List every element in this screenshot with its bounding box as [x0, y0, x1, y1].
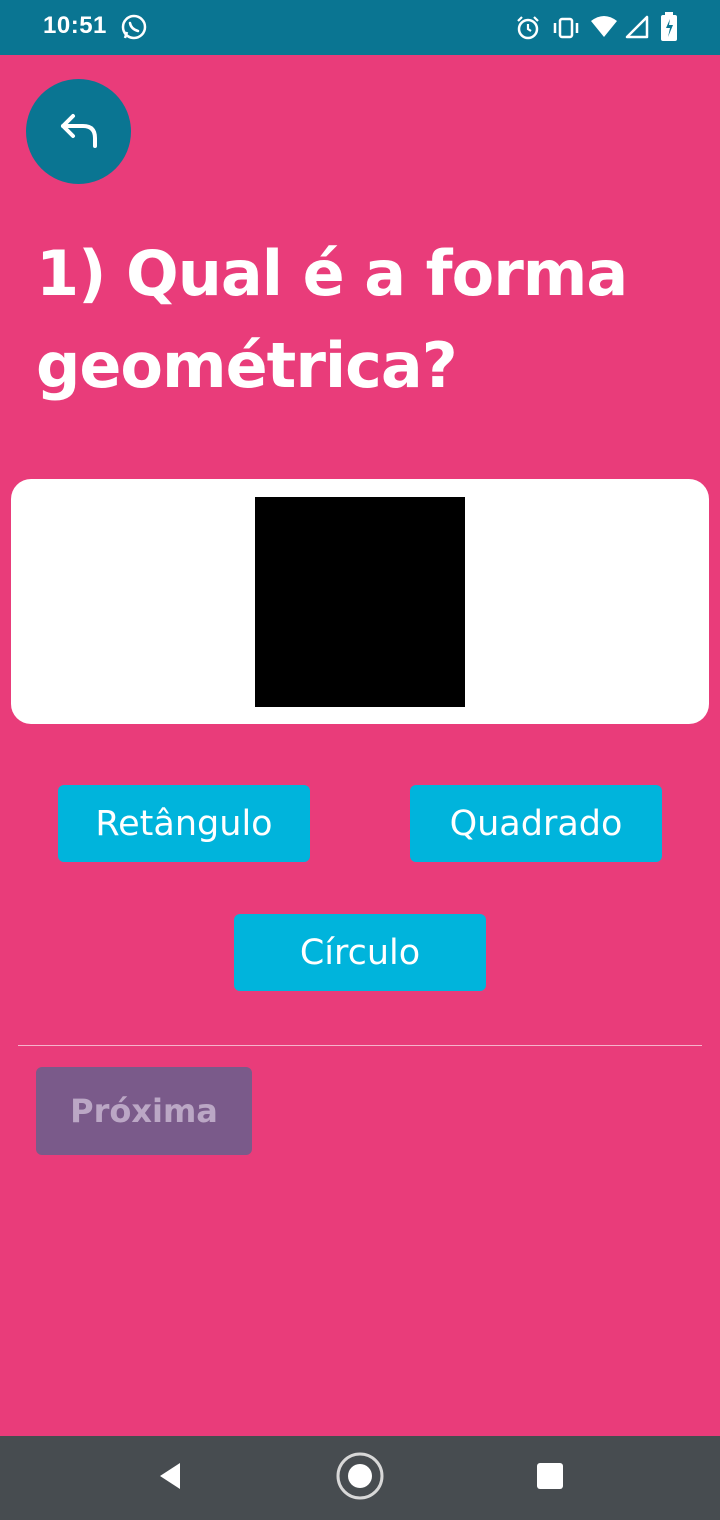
square-shape — [255, 497, 465, 707]
next-button[interactable]: Próxima — [36, 1067, 252, 1155]
divider — [18, 1045, 702, 1046]
status-time: 10:51 — [43, 12, 107, 39]
vibrate-icon — [552, 15, 580, 45]
back-icon — [156, 1461, 184, 1495]
status-bar: 10:51 — [0, 0, 720, 55]
answer-button-quadrado[interactable]: Quadrado — [410, 785, 662, 862]
nav-home-button[interactable] — [320, 1436, 400, 1520]
whatsapp-icon — [120, 13, 148, 45]
nav-back-button[interactable] — [130, 1436, 210, 1520]
nav-recents-button[interactable] — [510, 1436, 590, 1520]
back-button[interactable] — [26, 79, 131, 184]
signal-icon — [625, 15, 649, 43]
alarm-icon — [515, 15, 541, 45]
navigation-bar — [0, 1436, 720, 1520]
wifi-icon — [590, 15, 618, 43]
answer-button-circulo[interactable]: Círculo — [234, 914, 486, 991]
battery-icon — [660, 12, 678, 46]
back-arrow-icon — [55, 106, 103, 158]
shape-image-card — [11, 479, 709, 724]
home-icon — [335, 1451, 385, 1505]
recents-icon — [536, 1462, 564, 1494]
question-title: 1) Qual é a forma geométrica? — [36, 237, 628, 402]
answer-button-retangulo[interactable]: Retângulo — [58, 785, 310, 862]
